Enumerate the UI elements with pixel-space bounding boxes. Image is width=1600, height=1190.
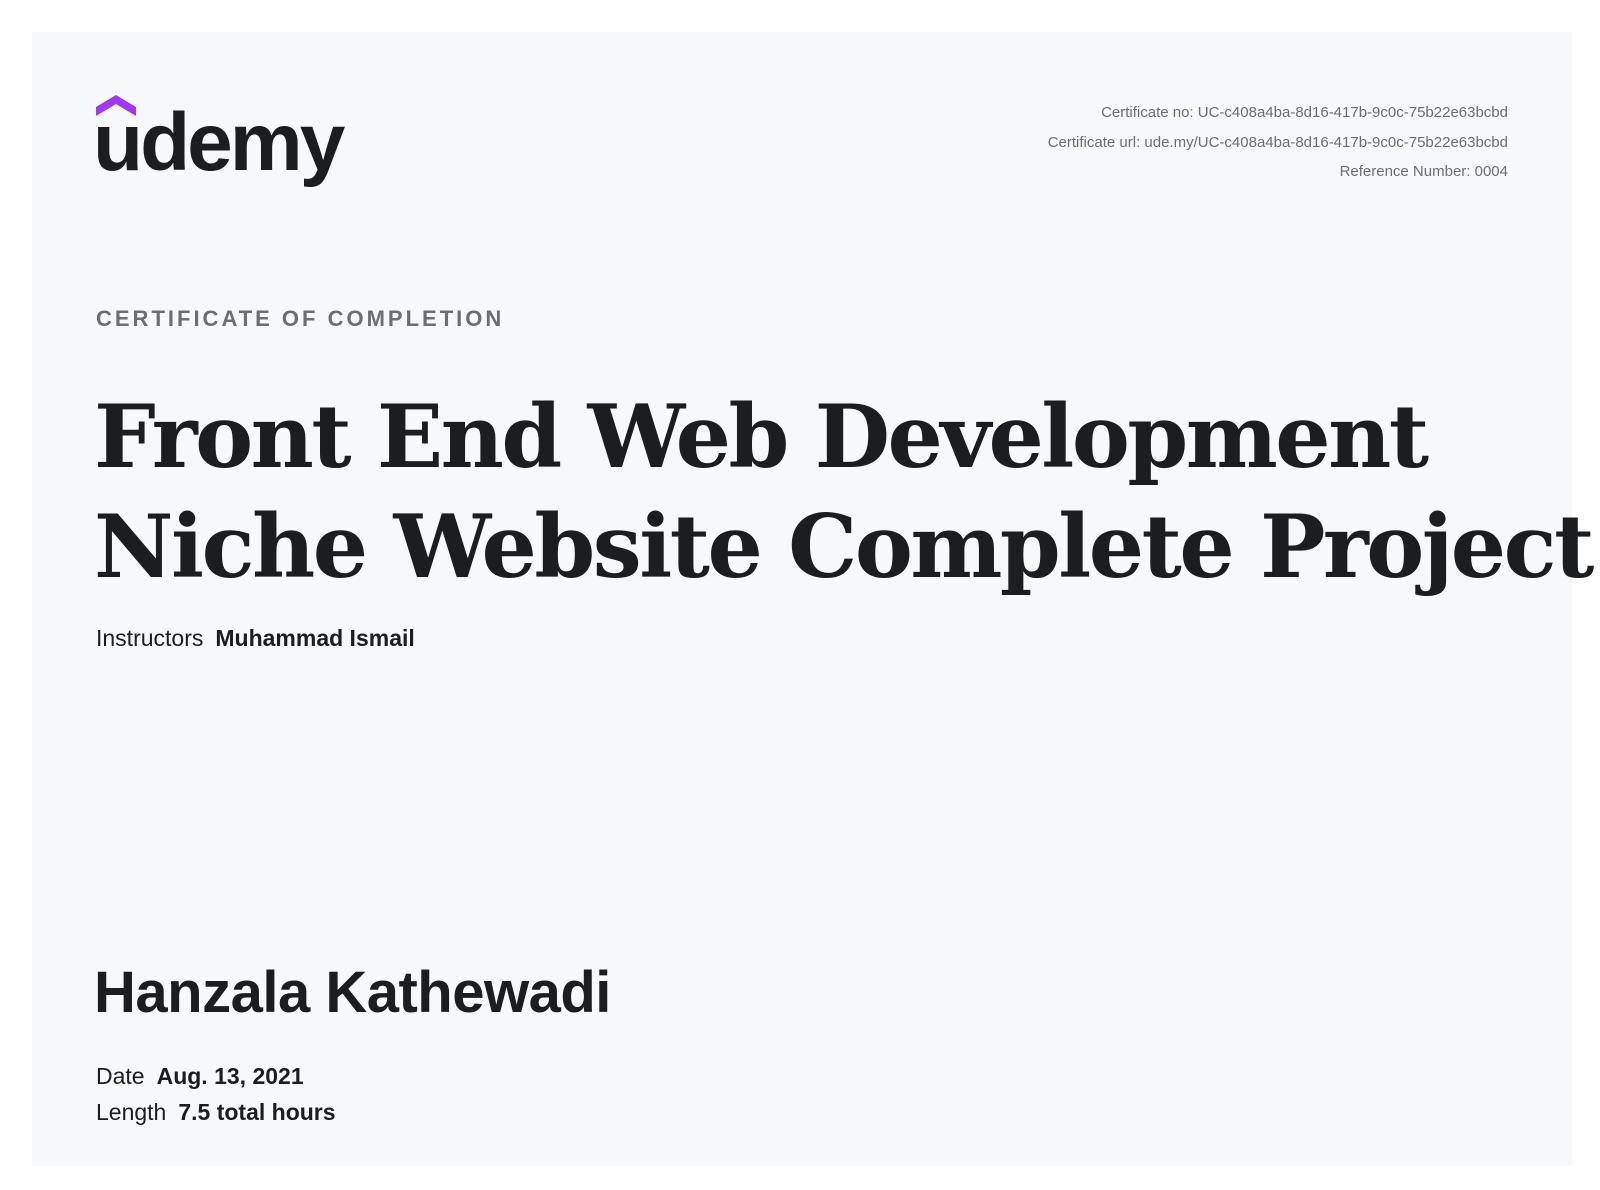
recipient-name: Hanzala Kathewadi	[94, 960, 611, 1025]
course-title-line-2: Niche Website Complete Project	[94, 495, 1594, 598]
certificate-heading: CERTIFICATE OF COMPLETION	[96, 306, 505, 331]
date-row: Date Aug. 13, 2021	[96, 1060, 304, 1092]
date-label: Date	[96, 1063, 145, 1089]
date-value: Aug. 13, 2021	[156, 1063, 304, 1089]
certificate-meta: Certificate no: UC-c408a4ba-8d16-417b-9c…	[1048, 98, 1508, 187]
length-value: 7.5 total hours	[178, 1099, 336, 1125]
logo-wordmark: udemy	[93, 97, 345, 188]
instructors-label: Instructors	[96, 625, 204, 651]
length-row: Length 7.5 total hours	[96, 1096, 336, 1128]
instructors-row: Instructors Muhammad Ismail	[96, 622, 415, 654]
course-title-line-1: Front End Web Development	[94, 385, 1429, 488]
certificate-url: Certificate url: ude.my/UC-c408a4ba-8d16…	[1047, 133, 1508, 151]
length-label: Length	[96, 1099, 167, 1125]
course-title: Front End Web Development Niche Website …	[94, 382, 1594, 602]
certificate-number: Certificate no: UC-c408a4ba-8d16-417b-9c…	[1101, 104, 1508, 121]
udemy-logo: udemy	[93, 94, 358, 194]
instructor-name: Muhammad Ismail	[215, 625, 415, 651]
reference-number: Reference Number: 0004	[1339, 163, 1508, 180]
certificate-sheet: udemy Certificate no: UC-c408a4ba-8d16-4…	[32, 32, 1594, 1166]
